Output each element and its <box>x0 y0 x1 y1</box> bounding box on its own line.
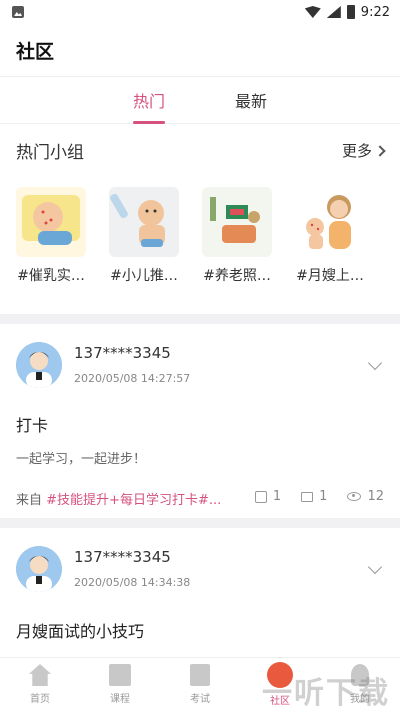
avatar[interactable] <box>16 342 62 388</box>
view-count: 12 <box>367 489 384 504</box>
post-timestamp: 2020/05/08 14:34:38 <box>74 576 191 589</box>
signal-icon <box>326 6 341 18</box>
post-username[interactable]: 137****3345 <box>74 548 171 566</box>
exam-icon <box>190 664 210 686</box>
tab-hot[interactable]: 热门 <box>132 76 166 124</box>
group-thumbnail <box>16 187 86 257</box>
eye-icon <box>347 492 362 501</box>
nav-label: 首页 <box>30 694 50 705</box>
book-icon <box>109 664 131 686</box>
nav-exam[interactable]: 考试 <box>160 664 240 705</box>
post-topic-tag[interactable]: #技能提升+每日学习打卡#... <box>46 493 221 508</box>
section-divider <box>0 314 400 324</box>
image-notification-icon <box>12 6 24 18</box>
nav-course[interactable]: 课程 <box>80 664 160 705</box>
more-label: 更多 <box>341 142 372 160</box>
comment-stat[interactable]: 1 <box>301 489 327 504</box>
comment-count: 1 <box>319 489 328 504</box>
page-title: 社区 <box>16 40 55 63</box>
nav-label: 课程 <box>110 694 130 705</box>
group-label: #养老照… <box>203 268 271 284</box>
group-item[interactable]: #催乳实… <box>16 187 86 285</box>
battery-icon <box>346 5 355 19</box>
from-label: 来自 <box>16 493 43 508</box>
status-bar: 9:22 <box>0 0 400 24</box>
app-header: 社区 <box>0 24 400 76</box>
post-card[interactable]: 137****3345 2020/05/08 14:34:38 月嫂面试的小技巧 <box>0 528 400 657</box>
hot-groups-section: 热门小组 更多 #催乳实… #小儿推… #养老照… #月嫂上… <box>0 124 400 314</box>
watermark: 一听下载 <box>262 676 390 711</box>
group-thumbnail <box>109 187 179 257</box>
nav-home[interactable]: 首页 <box>0 664 80 705</box>
like-stat[interactable]: 1 <box>254 489 282 504</box>
home-icon <box>29 664 51 686</box>
wifi-icon <box>304 6 321 18</box>
post-source: 来自 #技能提升+每日学习打卡#... <box>16 489 221 508</box>
post-stats: 1 1 12 <box>254 489 384 504</box>
comment-icon <box>301 491 314 502</box>
group-item[interactable]: #月嫂上… <box>295 187 365 285</box>
clock: 9:22 <box>360 4 390 20</box>
group-item[interactable]: #养老照… <box>202 187 272 285</box>
tab-latest[interactable]: 最新 <box>235 76 267 124</box>
group-label: #月嫂上… <box>296 268 364 284</box>
like-count: 1 <box>272 489 282 504</box>
nav-label: 考试 <box>190 694 210 705</box>
chevron-down-icon[interactable] <box>367 355 383 371</box>
tab-bar: 热门 最新 <box>0 76 400 124</box>
chevron-right-icon <box>374 144 386 157</box>
post-title: 月嫂面试的小技巧 <box>16 622 145 641</box>
hot-groups-title: 热门小组 <box>16 143 84 163</box>
post-card[interactable]: 137****3345 2020/05/08 14:27:57 打卡 一起学习，… <box>0 324 400 518</box>
group-thumbnail <box>202 187 272 257</box>
group-thumbnail <box>295 187 365 257</box>
post-timestamp: 2020/05/08 14:27:57 <box>74 372 191 385</box>
post-username[interactable]: 137****3345 <box>74 344 171 362</box>
thumbs-up-icon <box>254 490 267 503</box>
post-body: 一起学习，一起进步！ <box>16 452 147 467</box>
group-item[interactable]: #小儿推… <box>109 187 179 285</box>
view-stat: 12 <box>347 489 384 504</box>
avatar[interactable] <box>16 546 62 592</box>
group-label: #小儿推… <box>110 268 178 284</box>
more-groups-link[interactable]: 更多 <box>341 140 386 161</box>
chevron-down-icon[interactable] <box>367 559 383 575</box>
section-divider <box>0 518 400 528</box>
group-label: #催乳实… <box>17 268 85 284</box>
post-title: 打卡 <box>16 416 49 435</box>
